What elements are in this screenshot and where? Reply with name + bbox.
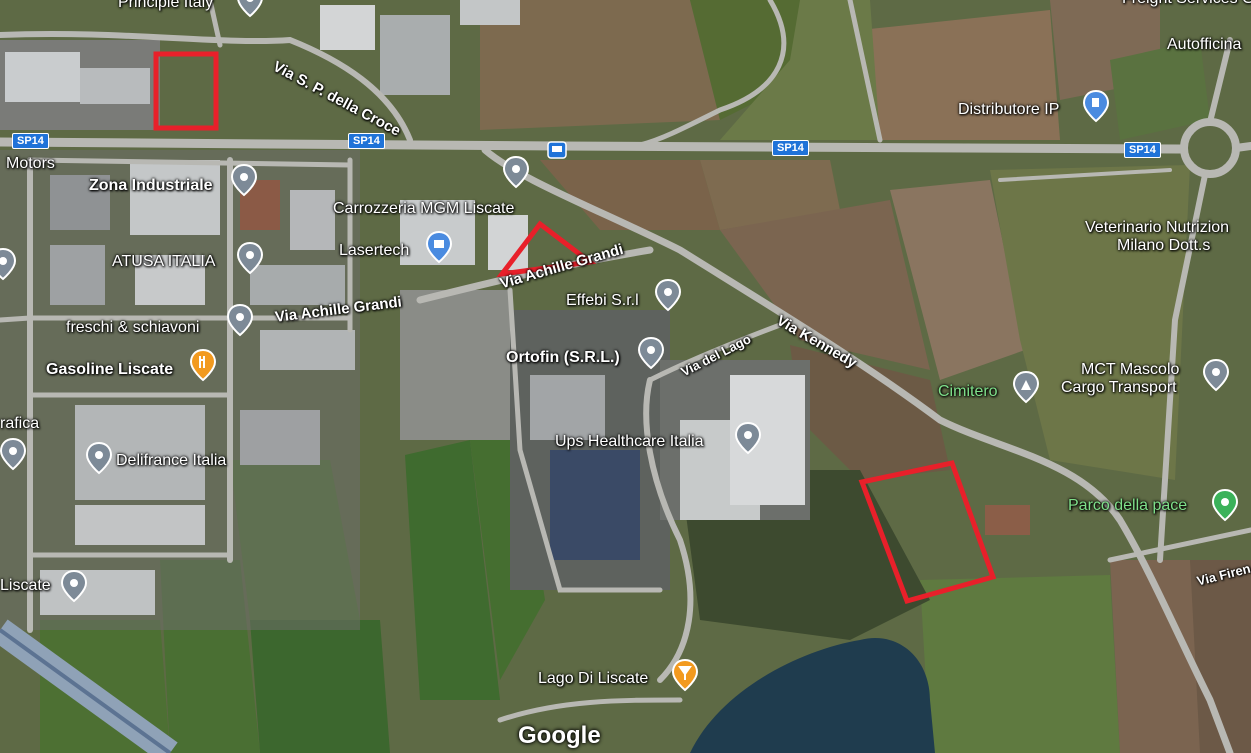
bus-stop-icon[interactable] [547, 141, 567, 159]
location-pin-icon[interactable] [227, 304, 253, 336]
place-label-cimitero[interactable]: Cimitero [938, 383, 998, 401]
place-label-ortofin[interactable]: Ortofin (S.R.L.) [506, 349, 620, 367]
place-label-veterinario-line2[interactable]: Milano Dott.s [1117, 237, 1210, 255]
place-label-atusa[interactable]: ATUSA ITALIA [112, 253, 215, 271]
place-label-zona-industriale[interactable]: Zona Industriale [89, 177, 213, 195]
location-pin-icon[interactable] [0, 248, 16, 280]
place-label-effebi[interactable]: Effebi S.r.l [566, 292, 639, 310]
place-label-carrozzeria[interactable]: Carrozzeria MGM Liscate [333, 200, 514, 218]
location-pin-icon[interactable] [231, 164, 257, 196]
location-pin-icon[interactable] [503, 156, 529, 188]
pin-layer [0, 0, 1239, 692]
road-shield-sp14: SP14 [12, 133, 49, 149]
road-shield-sp14: SP14 [772, 140, 809, 156]
place-label-distributore[interactable]: Distributore IP [958, 101, 1059, 119]
google-logo: Google [518, 722, 601, 749]
road-shield-sp14: SP14 [1124, 142, 1161, 158]
place-label-mct[interactable]: MCT Mascolo [1081, 361, 1179, 379]
place-label-mct-line2[interactable]: Cargo Transport [1061, 379, 1177, 397]
restaurant-pin-icon[interactable] [189, 348, 217, 382]
map-canvas[interactable]: SP14 SP14 SP14 SP14 Via S. P. della Croc… [0, 0, 1251, 753]
place-label-freight[interactable]: Freight Services G [1122, 0, 1251, 8]
location-pin-icon[interactable] [237, 242, 263, 274]
place-label-freschi[interactable]: freschi & schiavoni [66, 319, 199, 337]
place-label-liscate[interactable]: Liscate [0, 577, 51, 595]
bar-pin-icon[interactable] [671, 658, 699, 692]
place-label-grafica[interactable]: rafica [0, 415, 39, 433]
location-pin-icon[interactable] [237, 0, 263, 17]
location-pin-icon[interactable] [1203, 359, 1229, 391]
place-label-principle[interactable]: Principle Italy [118, 0, 213, 12]
place-label-veterinario[interactable]: Veterinario Nutrizion [1085, 219, 1229, 237]
location-pin-icon[interactable] [0, 438, 26, 470]
place-label-autofficina[interactable]: Autofficina [1167, 36, 1241, 54]
park-pin-icon[interactable] [1211, 488, 1239, 522]
place-label-lago[interactable]: Lago Di Liscate [538, 670, 648, 688]
location-pin-icon[interactable] [655, 279, 681, 311]
road-shield-sp14: SP14 [348, 133, 385, 149]
place-label-gasoline[interactable]: Gasoline Liscate [46, 361, 173, 379]
cemetery-pin-icon[interactable] [1012, 370, 1040, 404]
place-label-lasertech[interactable]: Lasertech [339, 242, 409, 260]
location-pin-icon[interactable] [61, 570, 87, 602]
place-label-delifrance[interactable]: Delifrance Italia [116, 452, 226, 470]
place-label-ups[interactable]: Ups Healthcare Italia [555, 433, 704, 451]
shopping-pin-icon[interactable] [425, 230, 453, 264]
location-pin-icon[interactable] [86, 442, 112, 474]
place-label-motors[interactable]: Motors [6, 155, 55, 173]
place-label-parco[interactable]: Parco della pace [1068, 497, 1187, 515]
location-pin-icon[interactable] [638, 337, 664, 369]
location-pin-icon[interactable] [735, 422, 761, 454]
fuel-station-pin-icon[interactable] [1082, 89, 1110, 123]
